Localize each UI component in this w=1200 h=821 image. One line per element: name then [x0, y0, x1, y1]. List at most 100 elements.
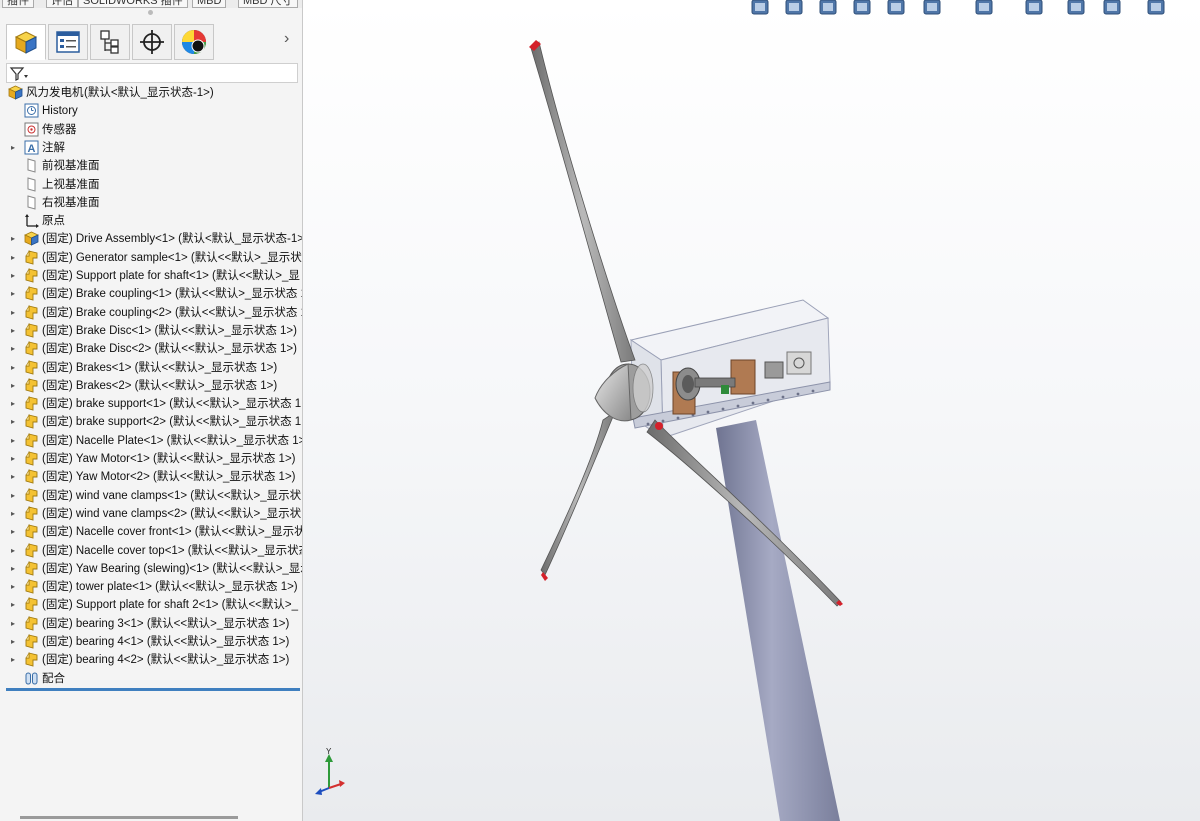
tree-item-history[interactable]: History	[6, 102, 302, 120]
expand-arrow-icon[interactable]: ▸	[9, 560, 17, 578]
expand-arrow-icon[interactable]: ▸	[9, 432, 17, 450]
tree-item-plane[interactable]: 右视基准面	[6, 194, 302, 212]
tree-component[interactable]: ▸ (固定) Generator sample<1> (默认<<默认>_显示状	[6, 249, 302, 267]
tree-component[interactable]: ▸ (固定) tower plate<1> (默认<<默认>_显示状态 1>)	[6, 578, 302, 596]
display-manager-icon	[182, 30, 206, 54]
tree-component[interactable]: ▸ (固定) Nacelle cover front<1> (默认<<默认>_显示…	[6, 523, 302, 541]
expand-arrow-icon[interactable]: ▸	[9, 395, 17, 413]
expand-arrow-icon[interactable]: ▸	[9, 322, 17, 340]
tab-mbd[interactable]: MBD	[192, 0, 227, 8]
tree-component[interactable]: ▸ (固定) Brake coupling<1> (默认<<默认>_显示状态 1	[6, 285, 302, 303]
triad-y-label: Y	[326, 748, 332, 756]
expand-arrow-icon[interactable]: ▸	[9, 651, 17, 669]
tower	[716, 420, 840, 821]
tree-component[interactable]: ▸ (固定) Support plate for shaft<1> (默认<<默认…	[6, 267, 302, 285]
tree-component[interactable]: ▸ (固定) Brakes<2> (默认<<默认>_显示状态 1>)	[6, 377, 302, 395]
tree-item-origin[interactable]: 原点	[6, 212, 302, 230]
tree-component[interactable]: ▸ (固定) Drive Assembly<1> (默认<默认_显示状态-1>)	[6, 230, 302, 248]
expand-arrow-icon[interactable]: ▸	[9, 413, 17, 431]
part-icon	[24, 267, 39, 283]
wind-turbine-model[interactable]	[303, 0, 1200, 821]
tree-component[interactable]: ▸ (固定) Yaw Bearing (slewing)<1> (默认<<默认>_…	[6, 560, 302, 578]
expand-arrow-icon[interactable]: ▸	[9, 139, 17, 157]
part-icon	[24, 579, 39, 594]
expand-arrow-icon[interactable]: ▸	[9, 377, 17, 395]
tree-component[interactable]: ▸ (固定) Brake Disc<2> (默认<<默认>_显示状态 1>)	[6, 340, 302, 358]
expand-arrow-icon[interactable]: ▸	[9, 285, 17, 303]
tree-item-plane[interactable]: 上视基准面	[6, 176, 302, 194]
tree-component[interactable]: ▸ (固定) bearing 4<2> (默认<<默认>_显示状态 1>)	[6, 651, 302, 669]
tree-component[interactable]: ▸ (固定) brake support<1> (默认<<默认>_显示状态 1:	[6, 395, 302, 413]
tree-component[interactable]: ▸ (固定) wind vane clamps<2> (默认<<默认>_显示状	[6, 505, 302, 523]
tree-component[interactable]: ▸ (固定) Brake Disc<1> (默认<<默认>_显示状态 1>)	[6, 322, 302, 340]
tree-component[interactable]: ▸ (固定) Yaw Motor<2> (默认<<默认>_显示状态 1>)	[6, 468, 302, 486]
tree-component[interactable]: ▸ (固定) Brakes<1> (默认<<默认>_显示状态 1>)	[6, 359, 302, 377]
tree-item-label: 传感器	[42, 123, 77, 136]
expand-arrow-icon[interactable]: ▸	[9, 304, 17, 322]
expand-arrow-icon[interactable]: ▸	[9, 340, 17, 358]
dimxpert-manager-tab[interactable]	[132, 24, 172, 60]
tree-component[interactable]: ▸ (固定) wind vane clamps<1> (默认<<默认>_显示状	[6, 487, 302, 505]
tree-component[interactable]: ▸ (固定) Support plate for shaft 2<1> (默认<<…	[6, 596, 302, 614]
blade-top	[529, 40, 636, 363]
tab-addins[interactable]: 插件	[2, 0, 34, 8]
tab-solidworks-addins[interactable]: SOLIDWORKS 插件	[78, 0, 188, 8]
feature-manager-panel: 插件 评估 SOLIDWORKS 插件 MBD MBD 尺寸 › 风力发电机 (…	[0, 0, 303, 821]
origin-icon	[24, 213, 39, 229]
tree-filter-bar[interactable]	[6, 63, 298, 83]
tree-item-label: 风力发电机	[26, 87, 84, 99]
expand-arrow-icon[interactable]: ▸	[9, 596, 17, 614]
tree-item-label: (固定) Support plate for shaft 2<1> (默认<<默…	[42, 599, 298, 612]
expand-arrow-icon[interactable]: ▸	[9, 230, 17, 248]
tree-component[interactable]: ▸ (固定) bearing 4<1> (默认<<默认>_显示状态 1>)	[6, 633, 302, 651]
configuration-manager-tab[interactable]	[90, 24, 130, 60]
tree-component[interactable]: ▸ (固定) Brake coupling<2> (默认<<默认>_显示状态 1	[6, 304, 302, 322]
tree-item-mates[interactable]: 配合	[6, 670, 302, 688]
expand-arrow-icon[interactable]: ▸	[9, 578, 17, 596]
tree-item-annotation[interactable]: ▸ A 注解	[6, 139, 302, 157]
tab-mbd-dimensions[interactable]: MBD 尺寸	[238, 0, 298, 8]
tree-item-plane[interactable]: 前视基准面	[6, 157, 302, 175]
tree-component[interactable]: ▸ (固定) Nacelle Plate<1> (默认<<默认>_显示状态 1>	[6, 432, 302, 450]
part-icon	[24, 469, 39, 484]
expand-arrow-icon[interactable]: ▸	[9, 633, 17, 651]
horizontal-scrollbar[interactable]	[20, 816, 238, 819]
plane-icon	[24, 158, 39, 173]
tree-item-label: (固定) Brake coupling<1> (默认<<默认>_显示状态 1	[42, 288, 302, 301]
tree-end-marker	[6, 688, 300, 691]
filter-icon[interactable]	[9, 65, 29, 83]
tree-root-assembly[interactable]: 风力发电机 (默认<默认_显示状态-1>)	[6, 84, 302, 102]
tree-item-sensor[interactable]: 传感器	[6, 121, 302, 139]
property-manager-tab[interactable]	[48, 24, 88, 60]
panel-grip[interactable]	[148, 10, 153, 15]
expand-arrow-icon[interactable]: ▸	[9, 249, 17, 267]
part-icon	[24, 524, 39, 539]
expand-arrow-icon[interactable]: ▸	[9, 615, 17, 633]
display-manager-tab[interactable]	[174, 24, 214, 60]
feature-manager-tab[interactable]	[6, 24, 46, 60]
tree-component[interactable]: ▸ (固定) Nacelle cover top<1> (默认<<默认>_显示状态	[6, 542, 302, 560]
expand-arrow-icon[interactable]: ▸	[9, 267, 17, 285]
tree-component[interactable]: ▸ (固定) bearing 3<1> (默认<<默认>_显示状态 1>)	[6, 615, 302, 633]
tree-item-label: (固定) wind vane clamps<2> (默认<<默认>_显示状	[42, 507, 302, 520]
expand-arrow-icon[interactable]: ▸	[9, 542, 17, 560]
tree-item-config: (默认<默认_显示状态-1>)	[84, 87, 214, 99]
tab-evaluate[interactable]: 评估	[46, 0, 78, 8]
tree-item-label: (固定) Yaw Motor<1> (默认<<默认>_显示状态 1>)	[42, 453, 296, 465]
expand-arrow-icon[interactable]: ▸	[9, 487, 17, 505]
expand-arrow-icon[interactable]: ▸	[9, 359, 17, 377]
tree-item-label: (固定) bearing 3<1> (默认<<默认>_显示状态 1>)	[42, 617, 290, 630]
expand-arrow-icon[interactable]: ▸	[9, 450, 17, 468]
expand-arrow-icon[interactable]: ▸	[9, 505, 17, 523]
tree-item-label: (固定) Brake coupling<2> (默认<<默认>_显示状态 1	[42, 306, 302, 319]
tree-component[interactable]: ▸ (固定) Yaw Motor<1> (默认<<默认>_显示状态 1>)	[6, 450, 302, 468]
blade-lower-left	[540, 410, 616, 581]
tree-item-label: (固定) Generator sample<1> (默认<<默认>_显示状	[42, 251, 302, 264]
part-icon	[24, 249, 39, 265]
graphics-area[interactable]: Y	[303, 0, 1200, 821]
more-tabs-chevron-icon[interactable]: ›	[284, 30, 289, 48]
tree-component[interactable]: ▸ (固定) brake support<2> (默认<<默认>_显示状态 1:	[6, 413, 302, 431]
expand-arrow-icon[interactable]: ▸	[9, 523, 17, 541]
expand-arrow-icon[interactable]: ▸	[9, 468, 17, 486]
tree-item-label: (固定) Yaw Bearing (slewing)<1> (默认<<默认>_显…	[42, 562, 302, 575]
